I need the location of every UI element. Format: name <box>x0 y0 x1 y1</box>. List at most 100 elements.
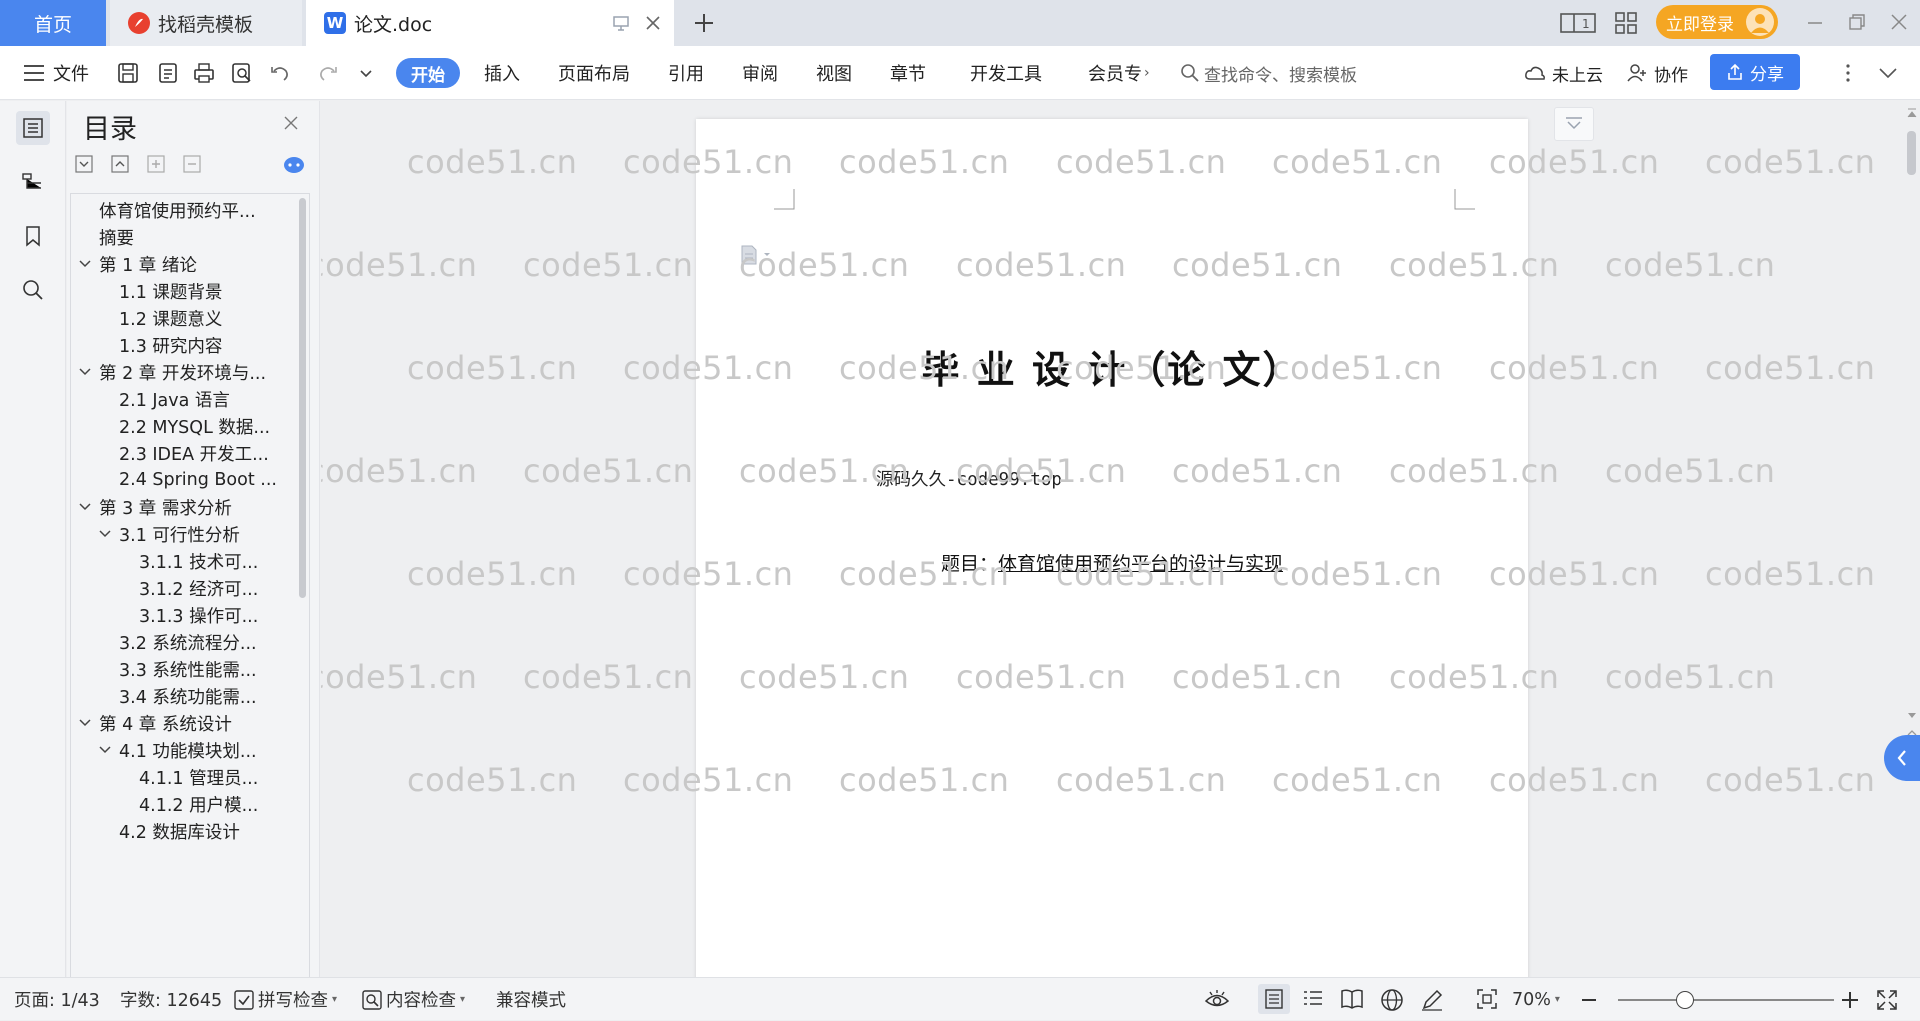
more-options-icon[interactable] <box>1834 59 1862 87</box>
menu-file[interactable]: 文件 <box>53 46 89 100</box>
toc-item[interactable]: 第 2 章 开发环境与... <box>71 357 307 387</box>
toc-panel-icon[interactable] <box>16 111 50 145</box>
toc-item[interactable]: 3.1 可行性分析 <box>71 519 307 549</box>
restore-icon[interactable] <box>1848 13 1866 31</box>
paragraph-layout-icon[interactable] <box>740 244 774 266</box>
smart-toc-icon[interactable] <box>283 155 305 175</box>
new-tab-icon[interactable] <box>693 12 715 34</box>
collab-button[interactable]: 协作 <box>1626 58 1688 88</box>
fullscreen-icon[interactable] <box>1876 989 1898 1011</box>
outline-view-icon[interactable] <box>1302 988 1324 1010</box>
chevron-down-icon[interactable] <box>97 526 113 542</box>
chevron-down-icon[interactable] <box>77 715 93 731</box>
menu-start-tab[interactable]: 开始 <box>396 58 460 88</box>
chevron-down-icon[interactable] <box>77 499 93 515</box>
close-tab-icon[interactable] <box>644 14 662 32</box>
chevron-down-icon[interactable] <box>77 364 93 380</box>
toc-item[interactable]: 4.1 功能模块划... <box>71 735 307 765</box>
page-view-icon[interactable] <box>1258 984 1290 1014</box>
menu-chapter[interactable]: 章节 <box>890 46 926 100</box>
remove-heading-icon[interactable] <box>183 155 201 173</box>
zoom-level[interactable]: 70% ▾ <box>1512 978 1560 1021</box>
toc-item[interactable]: 3.4 系统功能需... <box>71 681 307 711</box>
collapse-ribbon-icon[interactable] <box>1874 59 1902 87</box>
zoom-slider-thumb[interactable] <box>1676 991 1694 1009</box>
toc-item[interactable]: 3.1.3 操作可... <box>71 600 307 630</box>
toc-item[interactable]: 2.1 Java 语言 <box>71 384 307 414</box>
toc-item[interactable]: 体育馆使用预约平... <box>71 195 307 225</box>
word-count[interactable]: 字数: 12645 <box>120 978 222 1021</box>
chevron-down-icon[interactable] <box>97 742 113 758</box>
search-box[interactable]: 查找命令、搜索模板 <box>1180 58 1380 88</box>
print-preview-icon[interactable] <box>228 59 256 87</box>
menu-developer[interactable]: 开发工具 <box>970 46 1042 100</box>
zoom-slider[interactable] <box>1618 991 1834 1009</box>
document-page[interactable]: 毕 业 设 计（论 文） 源码久久-code99.top 题目：体育馆使用预约平… <box>696 119 1528 977</box>
toc-item[interactable]: 4.1.2 用户模... <box>71 789 307 819</box>
more-dropdown-icon[interactable] <box>352 59 380 87</box>
layout-icon[interactable]: 1 <box>1560 11 1596 35</box>
chevron-down-icon[interactable] <box>77 256 93 272</box>
login-button[interactable]: 立即登录 <box>1656 5 1778 39</box>
web-view-icon[interactable] <box>1380 988 1404 1012</box>
toc-item[interactable]: 第 1 章 绪论 <box>71 249 307 279</box>
cloud-status[interactable]: 未上云 <box>1524 58 1603 88</box>
save-icon[interactable] <box>114 59 142 87</box>
tab-document[interactable]: W 论文.doc <box>306 0 674 46</box>
toc-item[interactable]: 摘要 <box>71 222 307 252</box>
minimize-icon[interactable] <box>1806 14 1824 32</box>
scroll-top-icon[interactable] <box>1907 107 1917 119</box>
menu-reference[interactable]: 引用 <box>668 46 704 100</box>
undo-icon[interactable] <box>266 59 294 87</box>
zoom-out-icon[interactable] <box>1580 991 1598 1009</box>
toc-item[interactable]: 4.2 数据库设计 <box>71 816 307 846</box>
pin-tab-icon[interactable] <box>612 14 630 32</box>
toc-scrollbar[interactable] <box>299 198 306 598</box>
collapse-all-icon[interactable] <box>111 155 129 173</box>
floating-toolbar-toggle[interactable] <box>1554 107 1594 141</box>
add-heading-icon[interactable] <box>147 155 165 173</box>
close-toc-icon[interactable] <box>283 115 299 131</box>
spell-check-button[interactable]: 拼写检查 ▾ <box>234 978 337 1021</box>
menu-icon[interactable] <box>20 59 48 87</box>
write-mode-icon[interactable] <box>1420 988 1444 1012</box>
toc-item[interactable]: 第 4 章 系统设计 <box>71 708 307 738</box>
toc-item[interactable]: 2.3 IDEA 开发工... <box>71 438 307 468</box>
toc-item[interactable]: 2.2 MYSQL 数据... <box>71 411 307 441</box>
toc-item[interactable]: 3.1.1 技术可... <box>71 546 307 576</box>
close-window-icon[interactable] <box>1890 13 1908 31</box>
side-panel-toggle[interactable] <box>1884 735 1920 781</box>
toc-item[interactable]: 3.1.2 经济可... <box>71 573 307 603</box>
page-indicator[interactable]: 页面: 1/43 <box>14 978 100 1021</box>
find-icon[interactable] <box>16 273 50 307</box>
zoom-in-icon[interactable] <box>1840 990 1860 1010</box>
toc-item[interactable]: 1.3 研究内容 <box>71 330 307 360</box>
toc-item[interactable]: 第 3 章 需求分析 <box>71 492 307 522</box>
read-mode-icon[interactable] <box>1340 988 1364 1010</box>
fit-page-icon[interactable] <box>1476 988 1498 1010</box>
toc-item[interactable]: 1.1 课题背景 <box>71 276 307 306</box>
tab-home[interactable]: 首页 <box>0 0 106 46</box>
toc-item[interactable]: 3.2 系统流程分... <box>71 627 307 657</box>
redo-icon[interactable] <box>314 59 342 87</box>
menu-layout[interactable]: 页面布局 <box>558 46 630 100</box>
menu-insert[interactable]: 插入 <box>484 46 520 100</box>
expand-all-icon[interactable] <box>75 155 93 173</box>
bookmark-icon[interactable] <box>16 219 50 253</box>
menu-member[interactable]: 会员专 › <box>1088 46 1150 100</box>
tab-template[interactable]: 找稻壳模板 <box>110 0 302 46</box>
toc-item[interactable]: 3.3 系统性能需... <box>71 654 307 684</box>
outline-icon[interactable] <box>16 164 50 198</box>
eye-protection-icon[interactable] <box>1204 988 1230 1010</box>
apps-grid-icon[interactable] <box>1614 11 1638 35</box>
content-check-button[interactable]: 内容检查 ▾ <box>362 978 465 1021</box>
toc-item[interactable]: 2.4 Spring Boot ... <box>71 465 307 495</box>
menu-review[interactable]: 审阅 <box>742 46 778 100</box>
export-pdf-icon[interactable] <box>154 59 182 87</box>
scroll-down-arrow-icon[interactable] <box>1907 711 1917 721</box>
vertical-scrollbar[interactable] <box>1903 101 1920 977</box>
print-icon[interactable] <box>190 59 218 87</box>
share-button[interactable]: 分享 <box>1710 54 1800 90</box>
toc-item[interactable]: 1.2 课题意义 <box>71 303 307 333</box>
toc-item[interactable]: 4.1.1 管理员... <box>71 762 307 792</box>
